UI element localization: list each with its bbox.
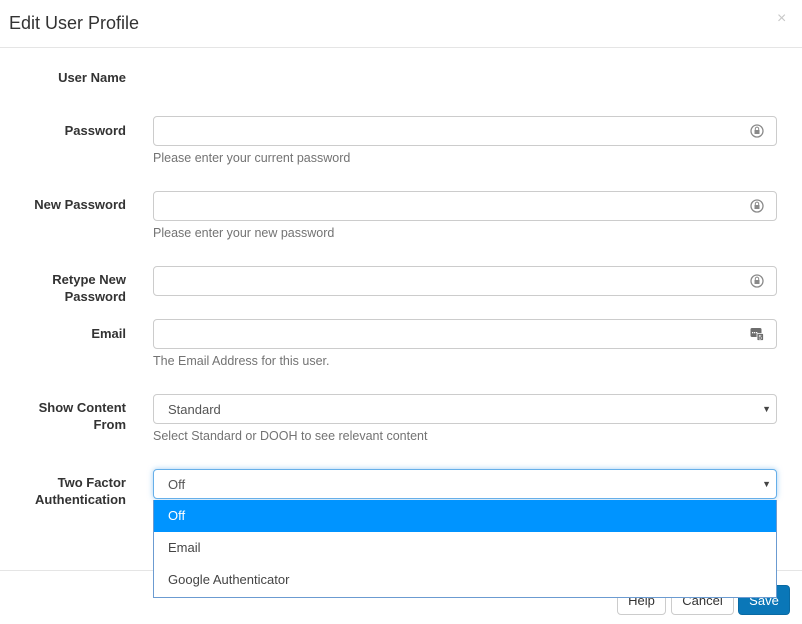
retype-label-line2: Password — [64, 289, 126, 304]
retype-password-label: Retype New Password — [52, 271, 126, 305]
show-content-label: Show Content From — [39, 399, 126, 433]
two-factor-value: Off — [168, 477, 186, 492]
retype-label-line1: Retype New — [52, 272, 126, 287]
new-password-field[interactable] — [153, 191, 777, 221]
new-password-label: New Password — [34, 197, 126, 212]
chevron-down-icon: ▼ — [762, 479, 771, 489]
email-field[interactable]: 5 — [153, 319, 777, 349]
password-label: Password — [64, 123, 126, 138]
new-password-input[interactable] — [154, 192, 758, 220]
two-factor-label-line1: Two Factor — [57, 475, 126, 490]
password-input[interactable] — [154, 117, 758, 145]
password-help: Please enter your current password — [153, 151, 351, 165]
two-factor-select[interactable]: Off ▼ — [153, 469, 777, 499]
dropdown-option-off[interactable]: Off — [154, 500, 776, 532]
password-lock-icon[interactable] — [750, 124, 764, 138]
two-factor-label-line2: Authentication — [35, 492, 126, 507]
email-input[interactable] — [154, 320, 758, 348]
show-content-select[interactable]: Standard ▼ — [153, 394, 777, 424]
two-factor-label: Two Factor Authentication — [35, 474, 126, 508]
modal-header: Edit User Profile × — [0, 0, 802, 48]
password-lock-icon[interactable] — [750, 199, 764, 213]
retype-password-input[interactable] — [154, 267, 758, 295]
dropdown-option-google-authenticator[interactable]: Google Authenticator — [154, 564, 776, 596]
show-content-help: Select Standard or DOOH to see relevant … — [153, 429, 428, 443]
password-lock-icon[interactable] — [750, 274, 764, 288]
show-content-value: Standard — [168, 402, 221, 417]
chevron-down-icon: ▼ — [762, 404, 771, 414]
password-field[interactable] — [153, 116, 777, 146]
dropdown-option-email[interactable]: Email — [154, 532, 776, 564]
email-label: Email — [91, 326, 126, 341]
close-icon[interactable]: × — [777, 11, 786, 27]
two-factor-dropdown-list: Off Email Google Authenticator — [153, 500, 777, 598]
modal-title: Edit User Profile — [9, 13, 140, 33]
new-password-help: Please enter your new password — [153, 226, 335, 240]
retype-password-field[interactable] — [153, 266, 777, 296]
show-content-label-line1: Show Content — [38, 400, 126, 415]
password-manager-icon[interactable]: 5 — [750, 327, 764, 341]
email-help: The Email Address for this user. — [153, 354, 330, 368]
username-label: User Name — [58, 70, 126, 85]
show-content-label-line2: From — [93, 417, 127, 432]
